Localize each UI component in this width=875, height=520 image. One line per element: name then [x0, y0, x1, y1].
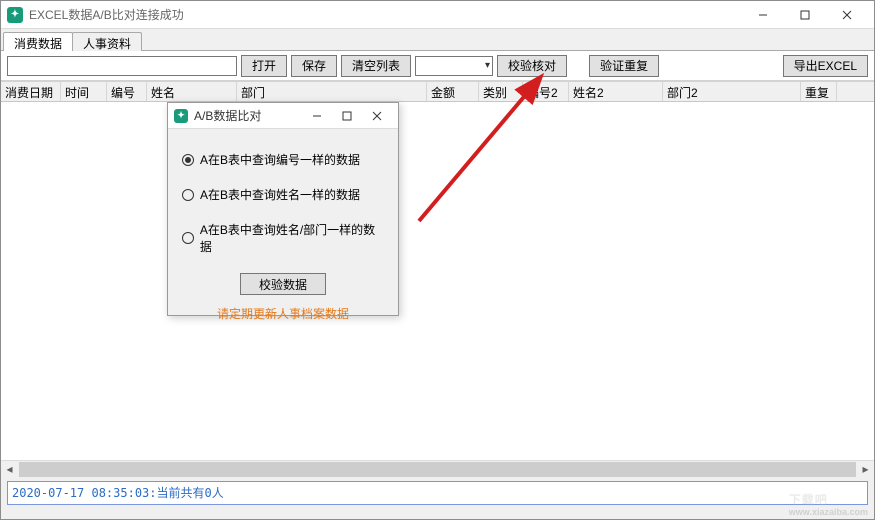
window-title: EXCEL数据A/B比对连接成功 [29, 6, 742, 23]
tab-strip: 消费数据 人事资料 [1, 29, 874, 51]
radio-label-3: A在B表中查询姓名/部门一样的数据 [200, 221, 384, 255]
col-name[interactable]: 姓名 [147, 82, 237, 101]
close-button[interactable] [826, 3, 868, 27]
compare-dialog: ✦ A/B数据比对 A在B表中查询编号一样的数据 A在B [167, 102, 399, 316]
dropdown-select[interactable]: ▾ [415, 56, 493, 76]
status-wrap: 2020-07-17 08:35:03:当前共有0人 [1, 477, 874, 509]
dialog-action-row: 校验数据 [182, 273, 384, 295]
horizontal-scrollbar[interactable]: ◂ ▸ [1, 460, 874, 477]
dialog-titlebar: ✦ A/B数据比对 [168, 103, 398, 129]
tab-personnel-data[interactable]: 人事资料 [72, 32, 142, 51]
check-data-button[interactable]: 校验数据 [240, 273, 326, 295]
clear-list-button[interactable]: 清空列表 [341, 55, 411, 77]
dialog-footer-text: 请定期更新人事档案数据 [182, 305, 384, 322]
dialog-maximize-button[interactable] [332, 105, 362, 127]
col-time[interactable]: 时间 [61, 82, 107, 101]
watermark: 下载吧 www.xiazaiba.com [789, 481, 868, 517]
check-button[interactable]: 校验核对 [497, 55, 567, 77]
col-dept2[interactable]: 部门2 [663, 82, 801, 101]
col-no[interactable]: 编号 [107, 82, 147, 101]
scroll-thumb[interactable] [19, 462, 856, 477]
col-name2[interactable]: 姓名2 [569, 82, 663, 101]
app-icon: ✦ [7, 7, 23, 23]
dialog-title: A/B数据比对 [194, 107, 302, 124]
col-amount[interactable]: 金额 [427, 82, 479, 101]
radio-icon [182, 189, 194, 201]
scroll-left-icon[interactable]: ◂ [1, 461, 18, 478]
main-window: ✦ EXCEL数据A/B比对连接成功 消费数据 人事资料 打开 保存 清空列表 … [0, 0, 875, 520]
dialog-minimize-button[interactable] [302, 105, 332, 127]
col-dept[interactable]: 部门 [237, 82, 427, 101]
col-category[interactable]: 类别 [479, 82, 523, 101]
scroll-right-icon[interactable]: ▸ [857, 461, 874, 478]
search-input[interactable] [7, 56, 237, 76]
col-no2[interactable]: 编号2 [523, 82, 569, 101]
col-date[interactable]: 消费日期 [1, 82, 61, 101]
radio-icon [182, 232, 194, 244]
dialog-controls [302, 105, 392, 127]
verify-dup-button[interactable]: 验证重复 [589, 55, 659, 77]
table-body[interactable] [1, 102, 874, 458]
window-controls [742, 3, 868, 27]
dialog-close-button[interactable] [362, 105, 392, 127]
save-button[interactable]: 保存 [291, 55, 337, 77]
table-wrap: 消费日期 时间 编号 姓名 部门 金额 类别 编号2 姓名2 部门2 重复 ◂ … [1, 81, 874, 477]
status-bar: 2020-07-17 08:35:03:当前共有0人 [7, 481, 868, 505]
radio-option-1[interactable]: A在B表中查询编号一样的数据 [182, 151, 384, 168]
tab-consumption-data[interactable]: 消费数据 [3, 32, 73, 51]
maximize-button[interactable] [784, 3, 826, 27]
table-header: 消费日期 时间 编号 姓名 部门 金额 类别 编号2 姓名2 部门2 重复 [1, 82, 874, 102]
titlebar: ✦ EXCEL数据A/B比对连接成功 [1, 1, 874, 29]
watermark-url: www.xiazaiba.com [789, 507, 868, 517]
chevron-down-icon: ▾ [485, 60, 490, 71]
col-repeat[interactable]: 重复 [801, 82, 837, 101]
export-excel-button[interactable]: 导出EXCEL [783, 55, 868, 77]
watermark-text: 下载吧 [789, 493, 828, 507]
open-button[interactable]: 打开 [241, 55, 287, 77]
radio-option-2[interactable]: A在B表中查询姓名一样的数据 [182, 186, 384, 203]
radio-label-2: A在B表中查询姓名一样的数据 [200, 186, 360, 203]
radio-label-1: A在B表中查询编号一样的数据 [200, 151, 360, 168]
radio-option-3[interactable]: A在B表中查询姓名/部门一样的数据 [182, 221, 384, 255]
dialog-app-icon: ✦ [174, 109, 188, 123]
toolbar: 打开 保存 清空列表 ▾ 校验核对 验证重复 导出EXCEL [1, 51, 874, 81]
minimize-button[interactable] [742, 3, 784, 27]
dialog-body: A在B表中查询编号一样的数据 A在B表中查询姓名一样的数据 A在B表中查询姓名/… [168, 129, 398, 328]
radio-icon [182, 154, 194, 166]
